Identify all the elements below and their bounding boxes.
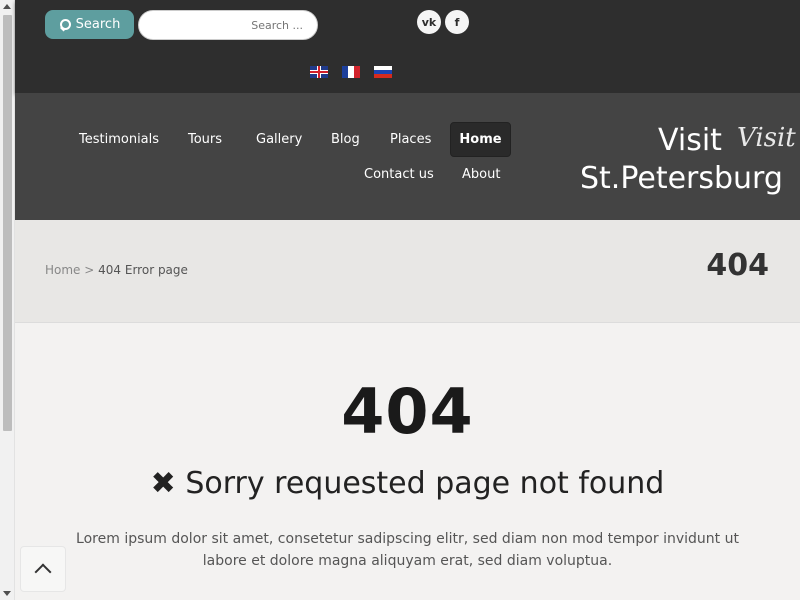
scroll-up-arrow[interactable] (3, 4, 11, 9)
logo-visit-text[interactable]: Visit (658, 123, 722, 158)
scroll-thumb[interactable] (3, 15, 12, 431)
chevron-up-icon (34, 563, 52, 581)
search-input[interactable] (138, 10, 318, 40)
page-title: 404 (706, 248, 769, 283)
flag-uk-icon[interactable] (310, 66, 328, 78)
nav-testimonials[interactable]: Testimonials (79, 132, 159, 147)
breadcrumb-current: 404 Error page (98, 263, 188, 277)
flag-russia-icon[interactable] (374, 66, 392, 78)
vk-icon[interactable]: vk (417, 10, 441, 34)
nav-contact[interactable]: Contact us (364, 167, 434, 182)
breadcrumb-home-link[interactable]: Home (45, 263, 80, 277)
breadcrumb-separator: > (84, 263, 95, 277)
scroll-down-arrow[interactable] (3, 591, 11, 596)
logo-script-text[interactable]: Visit (737, 123, 796, 153)
search-button[interactable]: Search (45, 10, 134, 39)
flag-france-icon[interactable] (342, 66, 360, 78)
nav-about[interactable]: About (462, 167, 500, 182)
nav-places[interactable]: Places (390, 132, 431, 147)
vertical-scrollbar[interactable] (0, 0, 15, 600)
nav-home[interactable]: Home (450, 122, 511, 157)
nav-blog[interactable]: Blog (331, 132, 360, 147)
error-code: 404 (341, 375, 474, 448)
nav-gallery[interactable]: Gallery (256, 132, 302, 147)
search-icon (59, 18, 71, 31)
top-bar: Search vk f (15, 0, 800, 93)
facebook-icon[interactable]: f (445, 10, 469, 34)
logo-city-text[interactable]: St.Petersburg (580, 161, 783, 196)
nav-tours[interactable]: Tours (188, 132, 222, 147)
error-description: Lorem ipsum dolor sit amet, consetetur s… (76, 531, 739, 569)
search-button-label: Search (75, 17, 121, 32)
error-heading: ✖ Sorry requested page not found (150, 466, 665, 501)
back-to-top-button[interactable] (20, 546, 66, 592)
page-title-bar: Home > 404 Error page 404 (15, 220, 800, 323)
page: Search vk f Testimonials Tours Gallery B… (15, 0, 800, 600)
breadcrumb: Home > 404 Error page (45, 263, 188, 277)
site-header: Testimonials Tours Gallery Blog Places H… (15, 93, 800, 220)
